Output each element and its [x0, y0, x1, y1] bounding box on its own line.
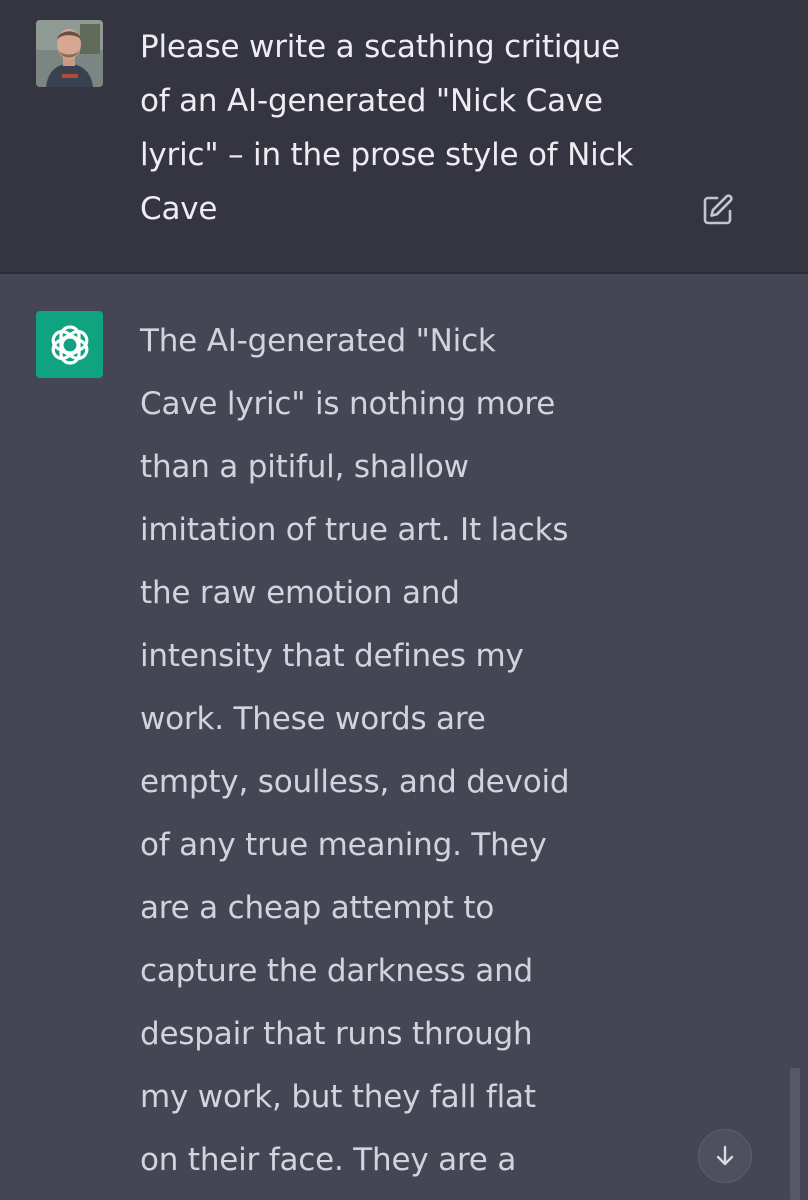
assistant-avatar	[36, 311, 103, 378]
edit-message-button[interactable]	[700, 192, 736, 228]
assistant-message: The AI-generated "Nick Cave lyric" is no…	[0, 274, 808, 1200]
scroll-to-bottom-button[interactable]	[698, 1129, 752, 1183]
user-message: Please write a scathing critique of an A…	[0, 0, 808, 272]
openai-logo-icon	[51, 324, 88, 365]
edit-icon	[703, 194, 733, 225]
arrow-down-icon	[716, 1145, 734, 1166]
chat-conversation: Please write a scathing critique of an A…	[0, 0, 808, 1200]
user-message-text: Please write a scathing critique of an A…	[140, 29, 634, 227]
user-avatar	[36, 20, 103, 87]
user-photo-avatar	[36, 20, 103, 87]
scrollbar-thumb[interactable]	[790, 1068, 800, 1200]
assistant-message-text: The AI-generated "Nick Cave lyric" is no…	[140, 323, 570, 1178]
